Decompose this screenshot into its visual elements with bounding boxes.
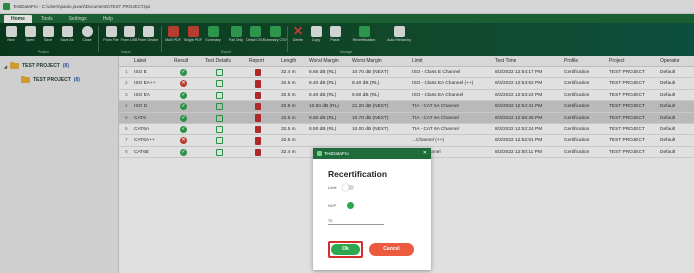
limit-toggle[interactable] bbox=[342, 184, 354, 191]
nvp-value-field[interactable]: 70 bbox=[328, 217, 384, 225]
limit-label: Limit bbox=[328, 185, 337, 190]
close-icon[interactable]: ✕ bbox=[423, 148, 427, 159]
dialog-title-bar: TestDataPro ✕ bbox=[313, 148, 431, 159]
toggle-knob bbox=[342, 184, 349, 191]
nvp-label: NVP bbox=[328, 203, 337, 208]
dialog-window-title: TestDataPro bbox=[324, 151, 349, 156]
ok-button-highlight: Ok bbox=[328, 241, 363, 258]
app-logo-icon bbox=[317, 151, 322, 156]
nvp-toggle[interactable] bbox=[342, 202, 354, 209]
ok-button[interactable]: Ok bbox=[331, 244, 360, 255]
toggle-knob bbox=[347, 202, 354, 209]
dialog-heading: Recertification bbox=[328, 169, 388, 179]
cancel-button[interactable]: Cancel bbox=[369, 243, 414, 256]
